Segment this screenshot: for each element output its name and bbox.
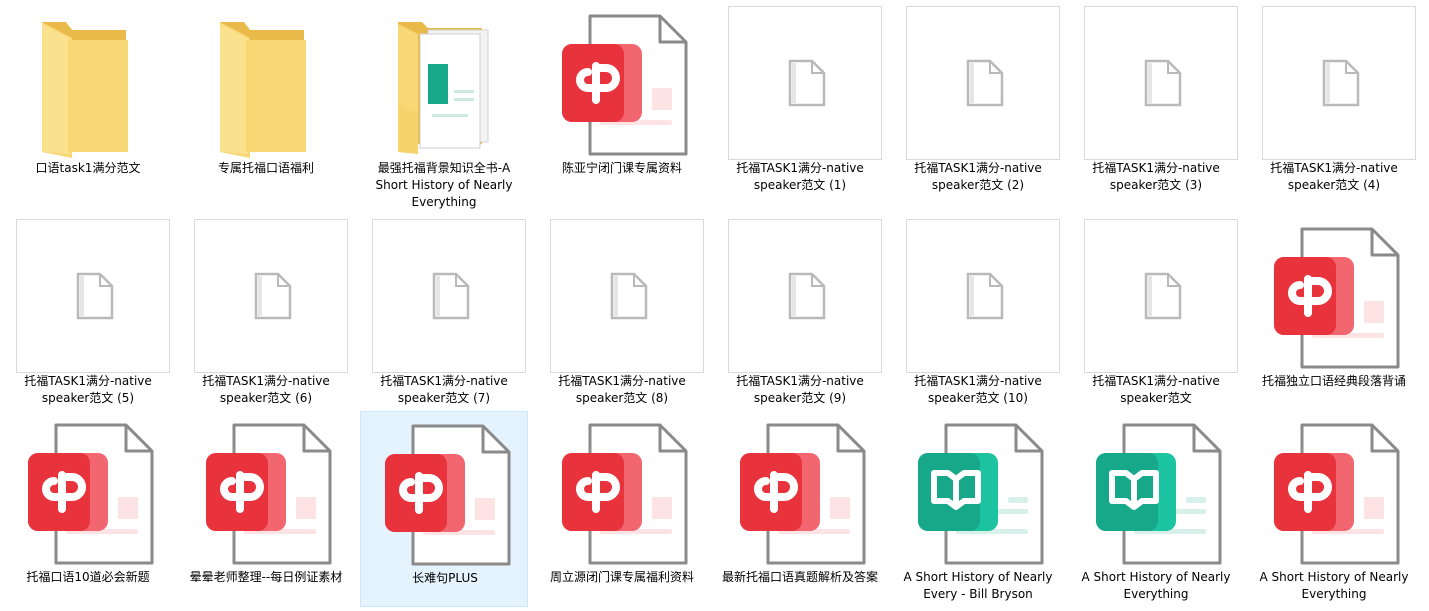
thumbnail-frame: [194, 219, 348, 373]
thumbnail-frame: [906, 6, 1060, 160]
blank-file-icon: [14, 217, 170, 373]
file-name-label: 托福TASK1满分-native speaker范文 (3): [1092, 161, 1220, 192]
blank-file-icon: [192, 217, 348, 373]
pdf-reader-file-icon: [548, 413, 704, 567]
file-item[interactable]: 最强托福背景知识全书-A Short History of Nearly Eve…: [360, 2, 528, 209]
thumbnail-frame: [16, 219, 170, 373]
file-item[interactable]: 专属托福口语福利: [182, 2, 350, 198]
file-item[interactable]: 长难句PLUS: [360, 411, 528, 607]
file-item[interactable]: 托福TASK1满分-native speaker范文 (3): [1072, 2, 1240, 198]
blank-file-icon: [904, 4, 1060, 160]
blank-file-icon: [1082, 4, 1238, 160]
file-item[interactable]: 陈亚宁闭门课专属资料: [538, 2, 706, 198]
file-name-label: 长难句PLUS: [412, 571, 478, 585]
file-name-label: 托福独立口语经典段落背诵: [1261, 374, 1406, 388]
file-name-label: 口语task1满分范文: [35, 161, 141, 175]
thumbnail-frame: [906, 219, 1060, 373]
file-item[interactable]: A Short History of Nearly Every - Bill B…: [894, 411, 1062, 607]
file-name-label: 托福TASK1满分-native speaker范文 (8): [558, 374, 686, 405]
file-item[interactable]: 晕晕老师整理--每日例证素材: [182, 411, 350, 607]
file-name-label: 托福TASK1满分-native speaker范文 (5): [24, 374, 152, 405]
folder-icon: [14, 4, 170, 158]
pdf-reader-file-icon: [1260, 413, 1416, 567]
thumbnail-frame: [1262, 6, 1416, 160]
blank-file-icon: [904, 217, 1060, 373]
file-item[interactable]: 托福TASK1满分-native speaker范文 (5): [4, 215, 172, 411]
thumbnail-frame: [1084, 6, 1238, 160]
file-item[interactable]: 口语task1满分范文: [4, 2, 172, 198]
file-item[interactable]: 托福TASK1满分-native speaker范文 (8): [538, 215, 706, 411]
pdf-reader-file-icon: [192, 413, 348, 567]
file-item[interactable]: 托福TASK1满分-native speaker范文 (6): [182, 215, 350, 411]
file-name-label: 托福TASK1满分-native speaker范文 (7): [380, 374, 508, 405]
file-name-label: 托福TASK1满分-native speaker范文: [1092, 374, 1220, 405]
file-item[interactable]: 托福TASK1满分-native speaker范文 (4): [1250, 2, 1418, 198]
file-item[interactable]: 托福TASK1满分-native speaker范文 (9): [716, 215, 884, 411]
file-item[interactable]: 托福TASK1满分-native speaker范文 (7): [360, 215, 528, 411]
folder-with-documents-icon: [370, 4, 526, 158]
blank-file-icon: [1082, 217, 1238, 373]
thumbnail-frame: [728, 6, 882, 160]
thumbnail-frame: [1084, 219, 1238, 373]
file-name-label: A Short History of Nearly Everything: [1259, 570, 1409, 601]
ebook-file-icon: [1082, 413, 1238, 567]
file-item[interactable]: 托福TASK1满分-native speaker范文 (10): [894, 215, 1062, 411]
file-item[interactable]: 托福独立口语经典段落背诵: [1250, 215, 1418, 411]
blank-file-icon: [726, 217, 882, 373]
file-name-label: A Short History of Nearly Every - Bill B…: [903, 570, 1053, 601]
file-name-label: 最新托福口语真题解析及答案: [721, 570, 878, 584]
ebook-file-icon: [904, 413, 1060, 567]
thumbnail-frame: [372, 219, 526, 373]
pdf-reader-file-icon: [371, 414, 527, 568]
file-name-label: 周立源闭门课专属福利资料: [549, 570, 694, 584]
pdf-reader-file-icon: [726, 413, 882, 567]
file-name-label: 晕晕老师整理--每日例证素材: [189, 570, 343, 584]
folder-icon: [192, 4, 348, 158]
file-name-label: 陈亚宁闭门课专属资料: [561, 161, 682, 175]
file-item[interactable]: A Short History of Nearly Everything: [1250, 411, 1418, 607]
thumbnail-frame: [550, 219, 704, 373]
thumbnail-frame: [728, 219, 882, 373]
file-item[interactable]: 托福TASK1满分-native speaker范文 (2): [894, 2, 1062, 198]
file-name-label: 托福TASK1满分-native speaker范文 (6): [202, 374, 330, 405]
file-name-label: 最强托福背景知识全书-A Short History of Nearly Eve…: [375, 161, 513, 209]
file-item[interactable]: A Short History of Nearly Everything: [1072, 411, 1240, 607]
file-name-label: A Short History of Nearly Everything: [1081, 570, 1231, 601]
file-name-label: 专属托福口语福利: [217, 161, 314, 175]
file-name-label: 托福TASK1满分-native speaker范文 (4): [1270, 161, 1398, 192]
file-item[interactable]: 托福口语10道必会新题: [4, 411, 172, 607]
file-name-label: 托福口语10道必会新题: [26, 570, 150, 584]
blank-file-icon: [726, 4, 882, 160]
blank-file-icon: [548, 217, 704, 373]
file-item[interactable]: 托福TASK1满分-native speaker范文 (1): [716, 2, 884, 198]
pdf-reader-file-icon: [14, 413, 170, 567]
file-name-label: 托福TASK1满分-native speaker范文 (10): [914, 374, 1042, 405]
pdf-reader-file-icon: [1260, 217, 1416, 371]
file-name-label: 托福TASK1满分-native speaker范文 (1): [736, 161, 864, 192]
pdf-reader-file-icon: [548, 4, 704, 158]
file-item[interactable]: 周立源闭门课专属福利资料: [538, 411, 706, 607]
file-name-label: 托福TASK1满分-native speaker范文 (9): [736, 374, 864, 405]
blank-file-icon: [370, 217, 526, 373]
file-item[interactable]: 最新托福口语真题解析及答案: [716, 411, 884, 607]
blank-file-icon: [1260, 4, 1416, 160]
file-item[interactable]: 托福TASK1满分-native speaker范文: [1072, 215, 1240, 411]
file-name-label: 托福TASK1满分-native speaker范文 (2): [914, 161, 1042, 192]
